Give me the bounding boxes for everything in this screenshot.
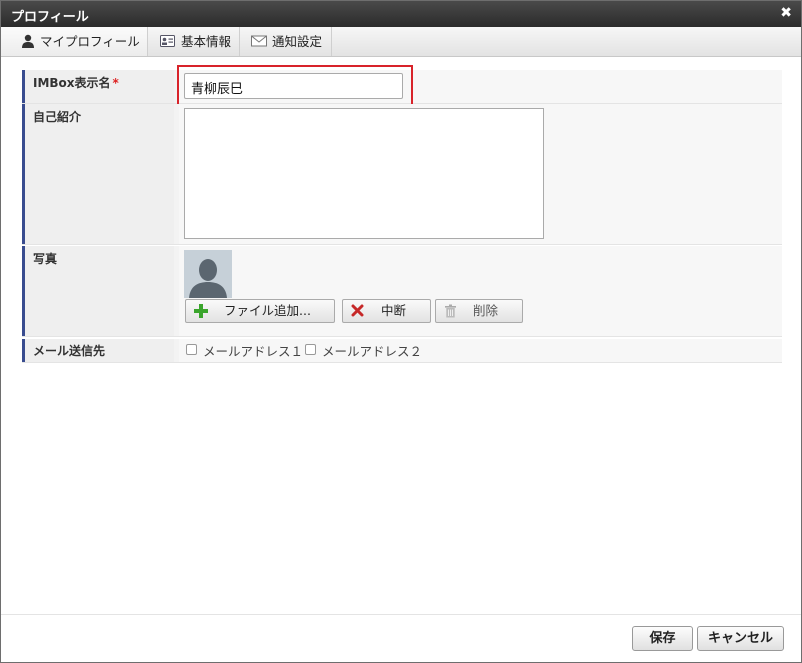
form-row-self-intro: 自己紹介: [22, 104, 782, 245]
save-button[interactable]: 保存: [632, 626, 693, 651]
cancel-upload-label: 中断: [381, 303, 407, 318]
self-intro-label: 自己紹介: [33, 110, 82, 124]
cancel-button[interactable]: キャンセル: [697, 626, 784, 651]
form-row-photo: 写真 ファイル追加... 中断 削除: [22, 246, 782, 337]
cancel-upload-button[interactable]: 中断: [342, 299, 431, 323]
dialog-title: プロフィール: [11, 10, 89, 25]
mail-address-2-label[interactable]: メールアドレス２: [322, 341, 422, 360]
field-label: 自己紹介: [22, 104, 174, 244]
field-cell: メールアドレス１ メールアドレス２: [179, 339, 782, 362]
field-cell: ファイル追加... 中断 削除: [179, 246, 782, 336]
display-name-label: IMBox表示名: [33, 76, 111, 90]
delete-photo-label: 削除: [473, 303, 499, 318]
form-row-mail-to: メール送信先 メールアドレス１ メールアドレス２: [22, 339, 782, 363]
tab-label: 基本情報: [181, 34, 232, 49]
self-intro-textarea[interactable]: [184, 108, 544, 239]
mail-to-label: メール送信先: [33, 344, 106, 358]
id-card-icon: [160, 35, 175, 47]
tab-notification-settings[interactable]: 通知設定: [240, 27, 332, 56]
field-cell: [179, 104, 782, 244]
add-file-label: ファイル追加...: [224, 303, 311, 318]
dialog-titlebar[interactable]: プロフィール ✖: [1, 1, 801, 27]
x-mark-icon: [351, 304, 364, 317]
avatar-silhouette-icon: [184, 250, 232, 298]
mail-address-1-checkbox[interactable]: [186, 344, 197, 355]
envelope-icon: [251, 35, 267, 47]
profile-dialog: プロフィール ✖ マイプロフィール 基本情報 通知設定 IMBox表示名 * 青…: [0, 0, 802, 663]
footer-divider: [1, 614, 801, 615]
tab-bar: マイプロフィール 基本情報 通知設定: [1, 27, 801, 57]
tab-label: 通知設定: [272, 34, 323, 49]
field-label: 写真: [22, 246, 174, 336]
field-label: メール送信先: [22, 339, 174, 362]
person-icon: [22, 34, 34, 48]
close-icon[interactable]: ✖: [780, 5, 792, 21]
field-label: IMBox表示名 *: [22, 70, 174, 103]
tab-label: マイプロフィール: [40, 34, 140, 49]
trash-icon: [445, 304, 456, 318]
photo-label: 写真: [33, 252, 58, 266]
tab-basic-info[interactable]: 基本情報: [148, 27, 240, 56]
avatar: [184, 250, 232, 298]
plus-icon: [194, 304, 208, 318]
add-file-button[interactable]: ファイル追加...: [185, 299, 335, 323]
mail-address-2-checkbox[interactable]: [305, 344, 316, 355]
tab-my-profile[interactable]: マイプロフィール: [1, 27, 148, 56]
mail-address-1-label[interactable]: メールアドレス１: [203, 341, 303, 360]
required-mark: *: [112, 76, 119, 90]
delete-photo-button[interactable]: 削除: [435, 299, 523, 323]
